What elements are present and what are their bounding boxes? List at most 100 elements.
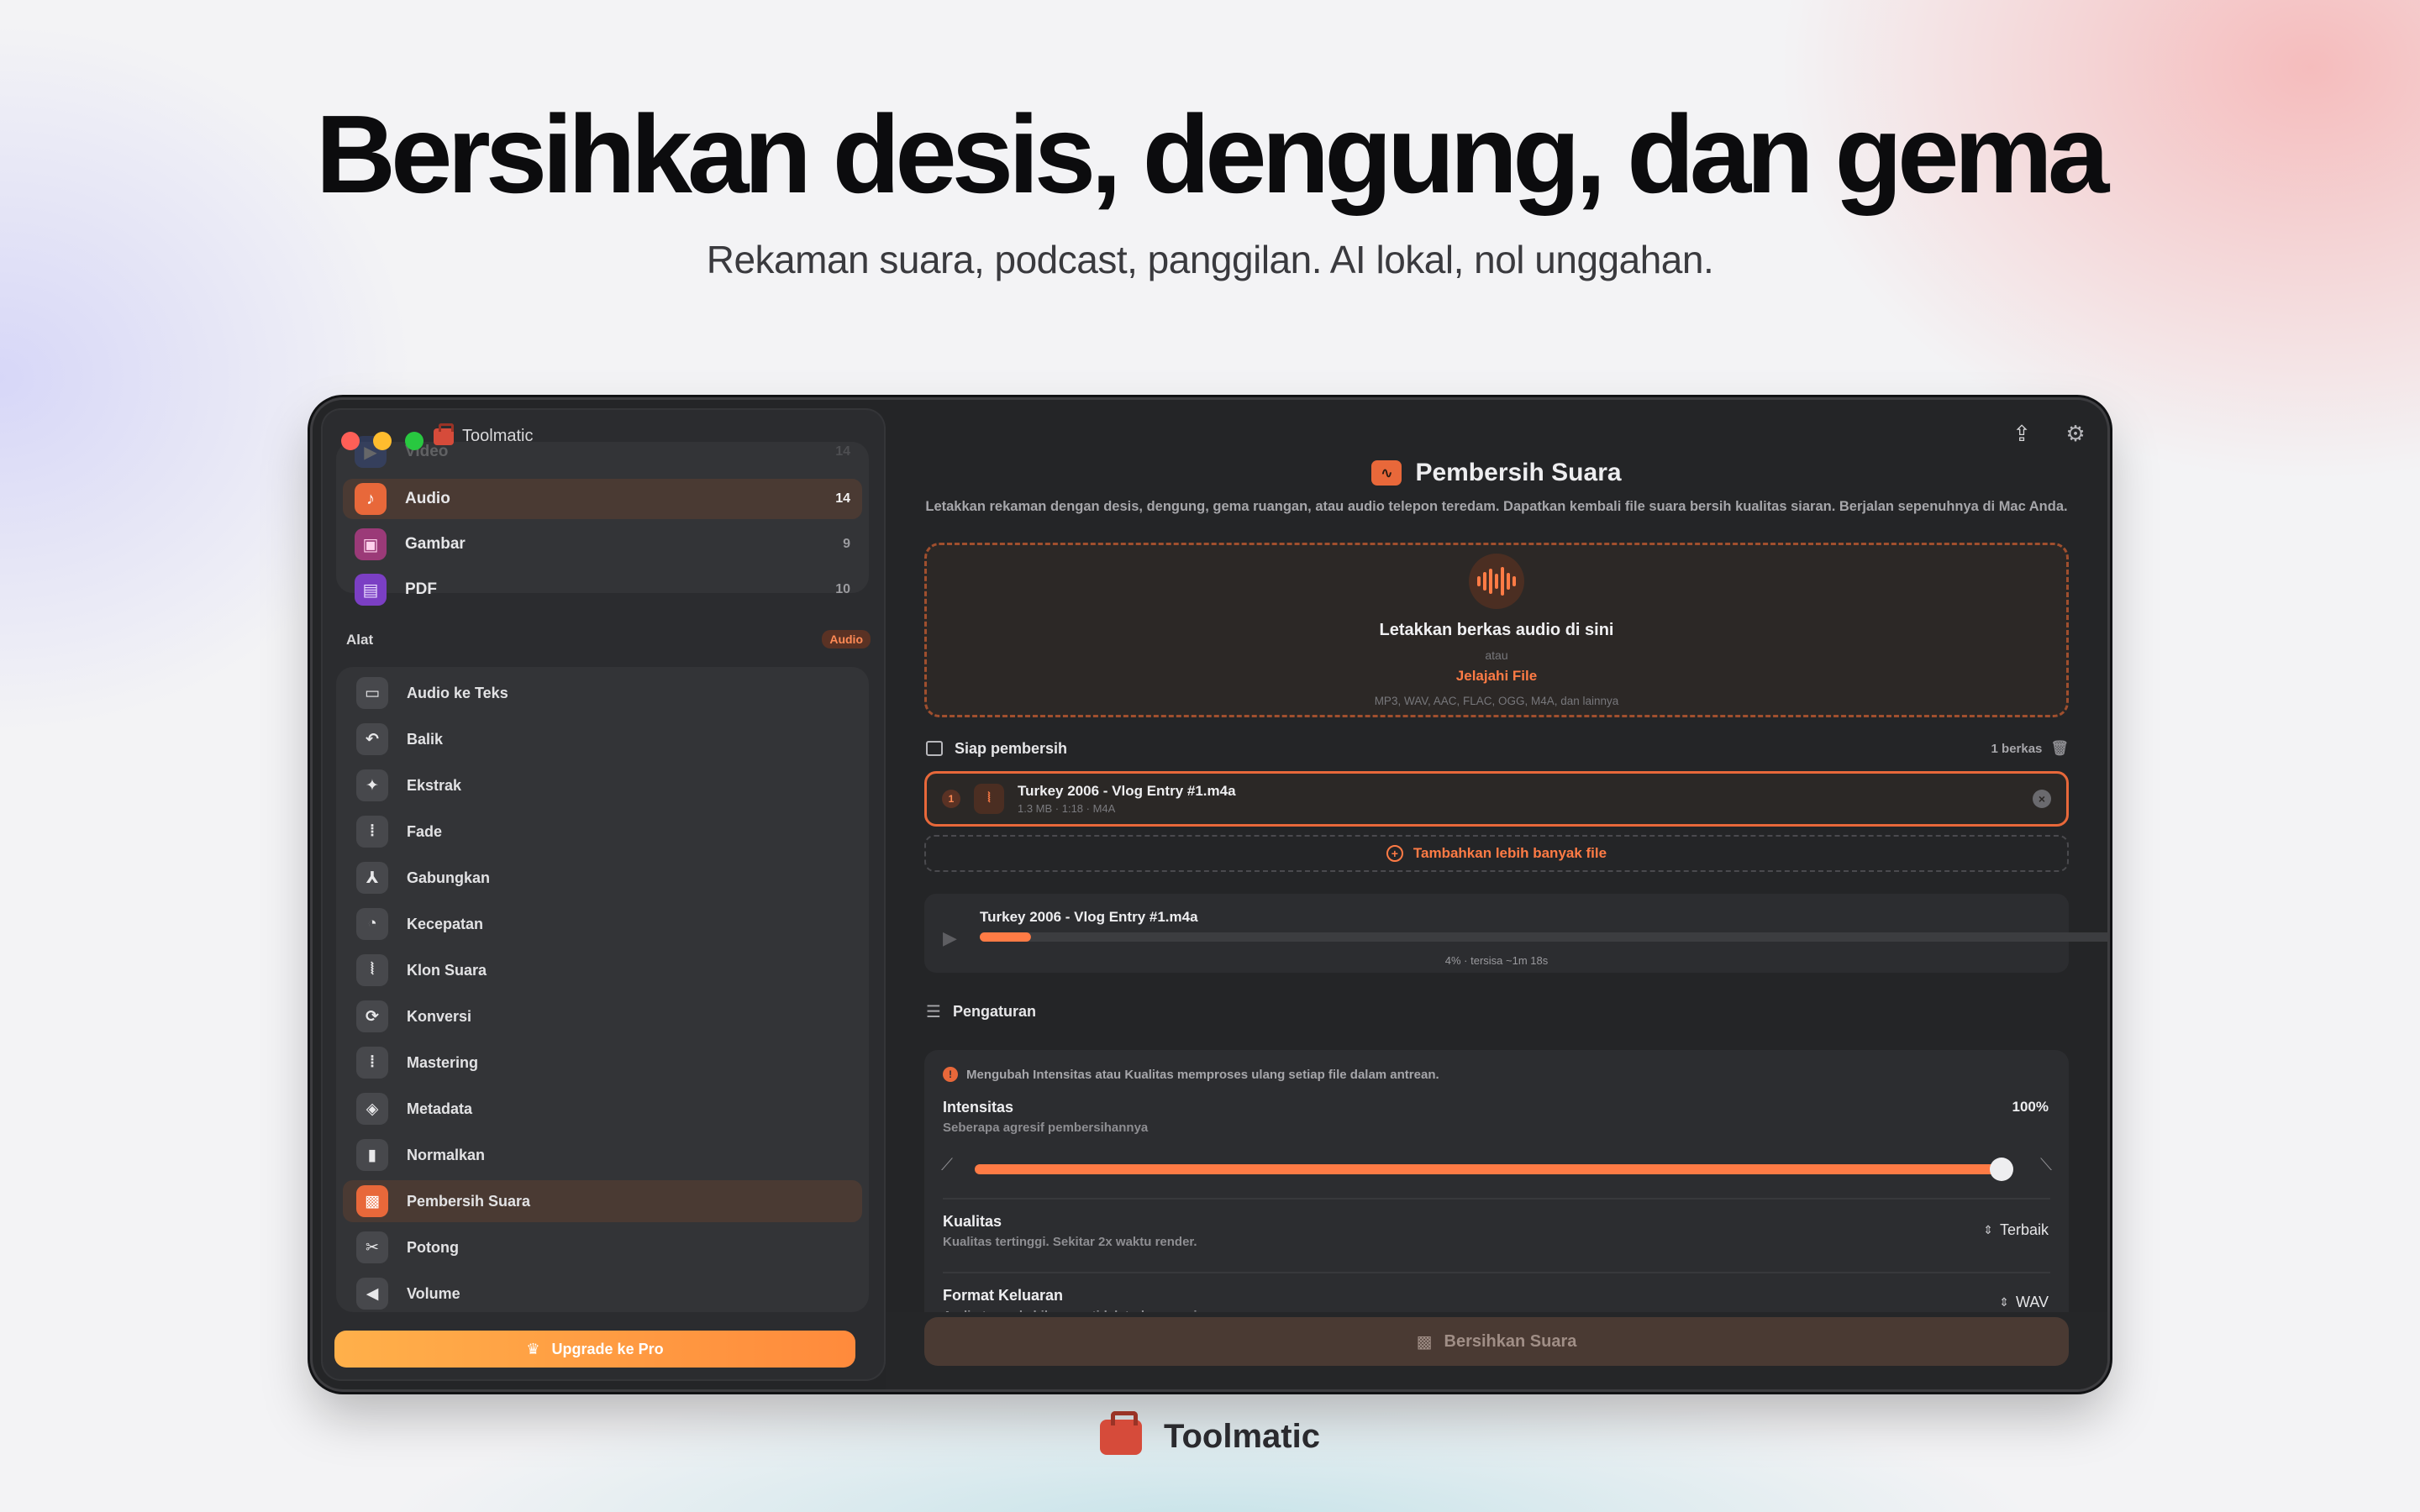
tool-label: Mastering: [407, 1053, 479, 1071]
dropzone-or: atau: [1485, 648, 1508, 662]
browse-files-link[interactable]: Jelajahi File: [927, 668, 2066, 685]
chevron-updown-icon: ⇕: [1999, 1295, 2009, 1309]
intensity-slider-knob: [1990, 1158, 2013, 1181]
intensity-slider[interactable]: [973, 1154, 2015, 1184]
magic-wand-low-icon: ⟋: [941, 1156, 953, 1174]
processing-card: ▶ Turkey 2006 - Vlog Entry #1.m4a ◷ ◴ ✳ …: [924, 894, 2107, 973]
waveform-box-icon: ▩: [356, 1185, 388, 1217]
tool-ekstrak[interactable]: ✦ Ekstrak: [343, 764, 862, 806]
queue-file-row[interactable]: 1 ⦚ Turkey 2006 - Vlog Entry #1.m4a 1.3 …: [924, 771, 2069, 827]
tool-pembersih-suara[interactable]: ▩ Pembersih Suara: [343, 1180, 862, 1222]
tool-audio-ke-teks[interactable]: ▭ Audio ke Teks: [343, 672, 862, 714]
file-meta: 1.3 MB · 1:18 · M4A: [1018, 802, 1116, 815]
divider: [943, 1272, 2050, 1273]
tool-kecepatan[interactable]: ◔ Kecepatan: [343, 903, 862, 945]
minimize-window-button[interactable]: [373, 432, 392, 450]
quality-sublabel: Kualitas tertinggi. Sekitar 2x waktu ren…: [943, 1235, 1197, 1249]
zoom-window-button[interactable]: [405, 432, 424, 450]
category-pdf[interactable]: ▤ PDF 10: [343, 570, 862, 610]
gear-icon[interactable]: ⚙: [2059, 417, 2092, 450]
hero-headline: Bersihkan desis, dengung, dan gema: [315, 92, 2110, 216]
tools-list: ▭ Audio ke Teks ↶ Balik ✦ Ekstrak ⦙ Fade…: [336, 667, 869, 1312]
tool-normalkan[interactable]: ▮ Normalkan: [343, 1134, 862, 1176]
tool-gabungkan[interactable]: ⅄ Gabungkan: [343, 857, 862, 899]
tool-konversi[interactable]: ⟳ Konversi: [343, 995, 862, 1037]
chevron-updown-icon: ⇕: [1983, 1223, 1993, 1236]
main-content: ⇪ ⚙ ∿ Pembersih Suara Letakkan rekaman d…: [886, 400, 2107, 1389]
progress-status: 4% · tersisa ~1m 18s: [1444, 954, 1549, 967]
supported-formats: MP3, WAV, AAC, FLAC, OGG, M4A, dan lainn…: [1374, 695, 1619, 707]
page-title-text: Pembersih Suara: [1415, 459, 1622, 486]
add-more-label: Tambahkan lebih banyak file: [1413, 845, 1607, 861]
app-title: Toolmatic: [434, 423, 534, 446]
category-list: ▶ Video 14 ♪ Audio 14 ▣ Gambar 9 ▤ PDF 1…: [336, 436, 869, 606]
tool-label: Fade: [407, 822, 443, 840]
category-count: 14: [835, 444, 850, 459]
settings-header: ☰ Pengaturan: [926, 1001, 1036, 1022]
dropzone-title: Letakkan berkas audio di sini: [1379, 621, 1614, 639]
progress-fill: [980, 932, 1031, 942]
intensity-sublabel: Seberapa agresif pembersihannya: [943, 1121, 1149, 1135]
category-label: PDF: [405, 580, 437, 598]
tool-balik[interactable]: ↶ Balik: [343, 718, 862, 760]
intensity-label: Intensitas: [943, 1099, 1014, 1116]
bottom-action-bar: ▩ Bersihkan Suara: [886, 1312, 2107, 1389]
app-window: Toolmatic ▶ Video 14 ♪ Audio 14 ▣ Gambar…: [313, 400, 2107, 1389]
info-icon: !: [943, 1067, 958, 1082]
page-description: Letakkan rekaman dengan desis, dengung, …: [925, 499, 2068, 514]
waveform-box-icon: ▩: [1416, 1332, 1433, 1352]
tool-label: Metadata: [407, 1100, 473, 1117]
category-label: Audio: [405, 490, 450, 507]
tool-label: Potong: [407, 1238, 459, 1256]
play-icon[interactable]: ▶: [943, 927, 957, 949]
sliders-icon: ☰: [926, 1003, 941, 1021]
tool-mastering[interactable]: ⦙ Mastering: [343, 1042, 862, 1084]
trash-icon[interactable]: 🗑: [2050, 740, 2069, 757]
app-title-text: Toolmatic: [462, 427, 534, 445]
clean-audio-button[interactable]: ▩ Bersihkan Suara: [924, 1317, 2069, 1366]
tool-label: Pembersih Suara: [407, 1192, 531, 1210]
waveform-icon: [1469, 554, 1524, 609]
queue-header: Siap pembersih 1 berkas 🗑: [926, 736, 2069, 761]
progress-track: [980, 932, 2107, 942]
category-audio[interactable]: ♪ Audio 14: [343, 479, 862, 519]
page-title: ∿ Pembersih Suara: [886, 459, 2107, 487]
category-gambar[interactable]: ▣ Gambar 9: [343, 524, 862, 564]
format-select[interactable]: ⇕ WAV: [1999, 1294, 2049, 1311]
tool-fade[interactable]: ⦙ Fade: [343, 811, 862, 853]
upgrade-button[interactable]: ♛ Upgrade ke Pro: [334, 1331, 855, 1368]
close-window-button[interactable]: [341, 432, 360, 450]
level-icon: ▮: [356, 1139, 388, 1171]
remove-file-icon[interactable]: ×: [2033, 790, 2051, 808]
tool-label: Ekstrak: [407, 776, 462, 794]
tool-potong[interactable]: ✂ Potong: [343, 1226, 862, 1268]
quality-select[interactable]: ⇕ Terbaik: [1983, 1221, 2049, 1239]
tools-category-badge: Audio: [822, 630, 871, 648]
brand-footer: Toolmatic: [0, 1410, 2420, 1456]
tool-klon-suara[interactable]: ⦚ Klon Suara: [343, 949, 862, 991]
tool-label: Konversi: [407, 1007, 472, 1025]
queue-count: 1 berkas: [1991, 741, 2043, 756]
category-count: 10: [835, 582, 850, 596]
document-icon: ▤: [355, 574, 387, 606]
tool-label: Volume: [407, 1284, 460, 1302]
add-more-files-button[interactable]: + Tambahkan lebih banyak file: [924, 835, 2069, 872]
intensity-slider-fill: [975, 1164, 2002, 1174]
clean-audio-label: Bersihkan Suara: [1444, 1331, 1577, 1351]
tool-volume[interactable]: ◀ Volume: [343, 1273, 862, 1315]
brand-name: Toolmatic: [1164, 1418, 1320, 1455]
fade-wave-icon: ⦙: [356, 816, 388, 848]
audio-dropzone[interactable]: Letakkan berkas audio di sini atau Jelaj…: [924, 543, 2069, 717]
share-icon[interactable]: ⇪: [2005, 417, 2039, 450]
intensity-value: 100%: [2012, 1099, 2049, 1115]
format-value: WAV: [2016, 1294, 2049, 1310]
tool-label: Balik: [407, 730, 444, 748]
plus-circle-icon: +: [1386, 845, 1403, 862]
tool-label: Normalkan: [407, 1146, 486, 1163]
category-count: 14: [835, 491, 850, 506]
category-label: Gambar: [405, 535, 466, 553]
file-index-badge: 1: [942, 790, 960, 808]
merge-icon: ⅄: [356, 862, 388, 894]
tool-metadata[interactable]: ◈ Metadata: [343, 1088, 862, 1130]
quality-label: Kualitas: [943, 1213, 1002, 1230]
